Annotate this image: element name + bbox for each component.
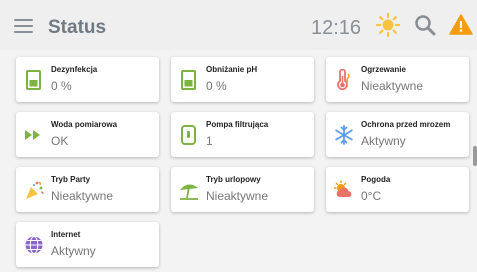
tile-label: Tryb Party [51,175,91,184]
tile-weather[interactable]: Pogoda 0°C [326,167,469,212]
tile-value: 0°C [361,189,382,203]
drawer-handle[interactable] [473,146,477,166]
app-header: Status 12:16 [0,0,477,50]
tank-icon [26,70,41,90]
menu-icon[interactable] [14,19,33,33]
tile-value: 0 % [206,79,227,93]
tile-label: Obniżanie pH [206,65,258,74]
tile-frost-protection[interactable]: Ochrona przed mrozem Aktywny [326,112,469,157]
clock: 12:16 [311,17,362,39]
tile-filter-pump[interactable]: Pompa filtrująca 1 [171,112,314,157]
search-icon[interactable] [412,12,438,38]
tile-value: Nieaktywne [51,189,114,203]
tile-party-mode[interactable]: Tryb Party Nieaktywne [16,167,159,212]
pump-icon [181,125,196,145]
tile-label: Internet [51,230,81,239]
tile-label: Ogrzewanie [361,65,406,74]
tile-measuring-water[interactable]: Woda pomiarowa OK [16,112,159,157]
snowflake-icon [335,125,353,145]
weather-icon [333,180,352,197]
tile-value: 0 % [51,79,72,93]
tile-label: Tryb urlopowy [206,175,261,184]
flow-arrows-icon [25,130,40,140]
tile-disinfection[interactable]: Dezynfekcja 0 % [16,57,159,102]
tile-label: Ochrona przed mrozem [361,120,451,129]
tile-value: Aktywny [51,244,96,258]
tile-heating[interactable]: Ogrzewanie Nieaktywne [326,57,469,102]
tile-vacation-mode[interactable]: Tryb urlopowy Nieaktywne [171,167,314,212]
tile-value: 1 [206,134,213,148]
tile-ph-reduction[interactable]: Obniżanie pH 0 % [171,57,314,102]
tile-value: OK [51,134,69,148]
tank-icon [181,70,196,90]
tile-label: Dezynfekcja [51,65,98,74]
globe-icon [25,235,43,255]
tile-value: Nieaktywne [361,79,424,93]
thermometer-icon [337,69,350,91]
warning-icon[interactable] [448,12,474,38]
tile-label: Woda pomiarowa [51,120,118,129]
tile-internet[interactable]: Internet Aktywny [16,222,159,267]
umbrella-icon [180,184,198,200]
tile-value: Nieaktywne [206,189,269,203]
tile-value: Aktywny [361,134,406,148]
tile-label: Pogoda [361,175,391,184]
page-title: Status [48,17,107,38]
party-icon [26,181,44,199]
tile-label: Pompa filtrująca [206,120,269,129]
sun-icon[interactable] [375,12,401,38]
